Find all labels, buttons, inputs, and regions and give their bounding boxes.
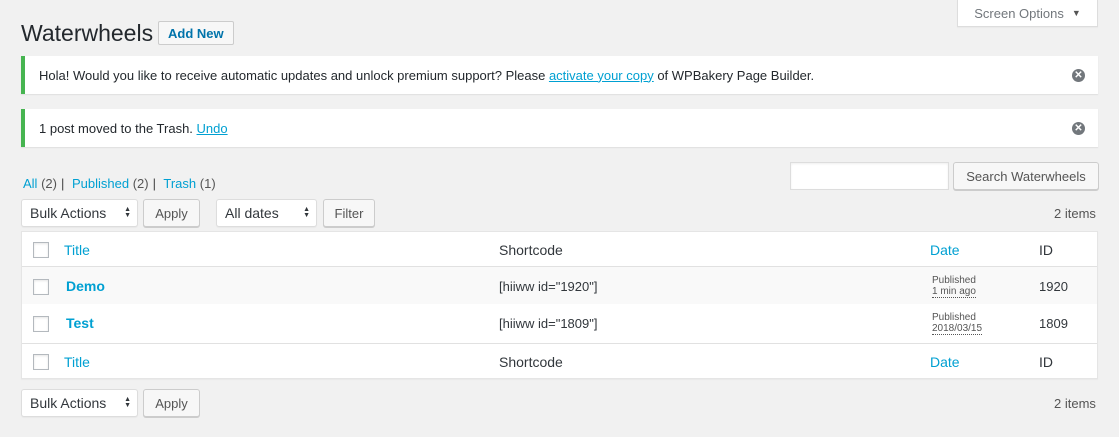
post-title-link[interactable]: Demo [66,278,105,294]
items-count: 2 items [1054,206,1096,221]
caret-down-icon: ▼ [1071,8,1081,18]
trash-notice: 1 post moved to the Trash. Undo ✕ [21,109,1098,147]
notice-text: 1 post moved to the Trash. [39,120,197,136]
post-date: 2018/03/15 [932,323,983,335]
select-arrows-icon: ▲ ▼ [124,396,131,409]
date-cell: Published 2018/03/15 [932,312,983,335]
view-all-count: (2) [41,176,57,191]
bulk-actions-select-bottom[interactable]: Bulk Actions ▲ ▼ [21,389,138,417]
filter-button[interactable]: Filter [323,199,375,227]
table-row: Test [hiiww id="1809"] Published 2018/03… [22,304,1097,343]
column-shortcode: Shortcode [499,242,563,258]
apply-button-bottom[interactable]: Apply [143,389,200,417]
post-status: Published [932,312,976,323]
select-arrows-icon: ▲ ▼ [124,206,131,219]
screen-options-label: Screen Options [974,5,1064,21]
column-id: ID [1039,242,1053,258]
post-title-link[interactable]: Test [66,315,94,331]
row-checkbox[interactable] [33,316,49,332]
view-trash-link[interactable]: Trash [163,176,196,191]
update-notice: Hola! Would you like to receive automati… [21,56,1098,94]
dismiss-icon[interactable]: ✕ [1072,122,1085,135]
screen-options-button[interactable]: Screen Options ▼ [957,0,1098,27]
view-published-link[interactable]: Published [72,176,129,191]
table-row: Demo [hiiww id="1920"] Published 1 min a… [22,267,1097,304]
notice-text: Hola! Would you like to receive automati… [39,67,549,83]
post-status: Published [932,275,976,286]
dismiss-icon[interactable]: ✕ [1072,69,1085,82]
table-footer: Title Shortcode Date ID [22,343,1097,379]
table-header: Title Shortcode Date ID [22,232,1097,267]
posts-table: Title Shortcode Date ID Demo [hiiww id="… [21,231,1098,379]
post-status-views: All (2) | Published (2) | Trash (1) [23,176,216,191]
column-date[interactable]: Date [930,242,960,258]
bulk-actions-value: Bulk Actions [30,395,107,411]
add-new-button[interactable]: Add New [158,21,234,45]
undo-link[interactable]: Undo [197,121,228,136]
post-date: 1 min ago [932,286,976,298]
column-id: ID [1039,354,1053,370]
search-input[interactable] [790,162,949,190]
column-shortcode: Shortcode [499,354,563,370]
post-id: 1809 [1039,316,1068,331]
search-button[interactable]: Search Waterwheels [953,162,1099,190]
date-filter-value: All dates [225,205,279,221]
page-title: Waterwheels [21,20,154,46]
select-all-checkbox[interactable] [33,242,49,258]
date-filter-select[interactable]: All dates ▲ ▼ [216,199,317,227]
bulk-actions-value: Bulk Actions [30,205,107,221]
select-arrows-icon: ▲ ▼ [303,206,310,219]
items-count-bottom: 2 items [1054,396,1096,411]
column-title[interactable]: Title [64,354,90,370]
notice-text-after: of WPBakery Page Builder. [653,67,815,83]
shortcode-value: [hiiww id="1920"] [499,279,598,294]
column-date[interactable]: Date [930,354,960,370]
apply-button[interactable]: Apply [143,199,200,227]
activate-link[interactable]: activate your copy [549,68,654,83]
view-published-count: (2) [132,176,149,191]
shortcode-value: [hiiww id="1809"] [499,316,598,331]
date-cell: Published 1 min ago [932,275,976,298]
column-title[interactable]: Title [64,242,90,258]
select-all-checkbox[interactable] [33,354,49,370]
view-trash-count: (1) [199,176,216,191]
bulk-actions-select[interactable]: Bulk Actions ▲ ▼ [21,199,138,227]
row-checkbox[interactable] [33,279,49,295]
post-id: 1920 [1039,279,1068,294]
view-all-link[interactable]: All [23,176,37,191]
